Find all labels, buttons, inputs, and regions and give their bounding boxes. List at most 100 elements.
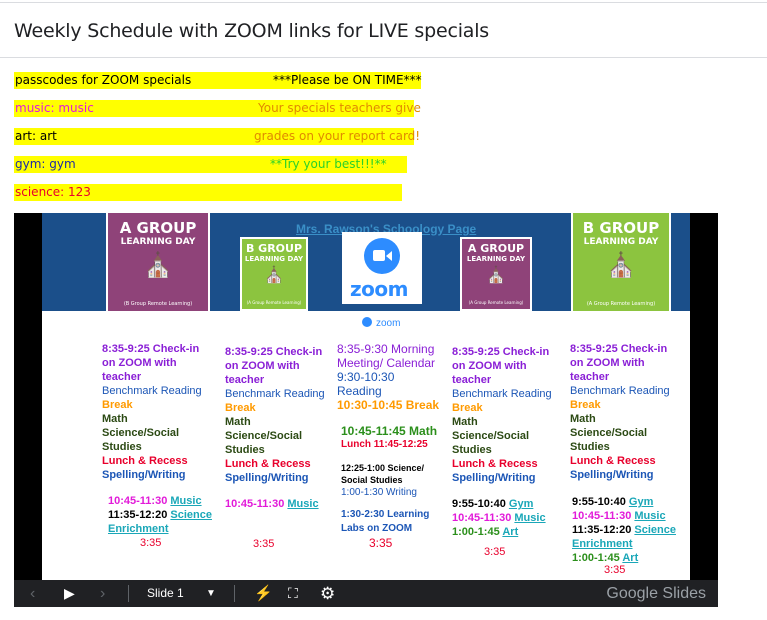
highlight-left-text: gym: gym	[15, 157, 76, 171]
labs-line: Labs on ZOOM	[341, 523, 413, 534]
writing-line: 1:00-1:30 Writing	[341, 487, 417, 498]
reading-line: Benchmark Reading	[102, 385, 202, 397]
highlight-line-art: art: art grades on your report card!	[14, 128, 420, 145]
zoom-small-logo: zoom	[362, 317, 400, 329]
music-time: 10:45-11:30	[225, 498, 285, 510]
art-zoom-link[interactable]: Art	[502, 526, 518, 538]
science-zoom-link[interactable]: Science	[170, 509, 212, 521]
end-time: 3:35	[604, 564, 626, 576]
music-zoom-link[interactable]: Music	[170, 495, 201, 507]
checkin-line: teacher	[225, 374, 265, 386]
zoom-logo: zoom	[342, 232, 422, 304]
school-icon: ⛪	[264, 265, 284, 284]
checkin-line: on ZOOM with	[102, 357, 177, 369]
lunch-line: Lunch & Recess	[452, 458, 538, 470]
highlight-left-text: art: art	[15, 129, 57, 143]
spelling-line: Spelling/Writing	[102, 469, 186, 481]
science-line: Studies	[102, 441, 142, 453]
spelling-line: Spelling/Writing	[452, 472, 536, 484]
art-time: 1:00-1:45	[452, 526, 500, 538]
checkin-line: teacher	[570, 371, 610, 383]
math-line: Math	[570, 413, 596, 425]
gym-zoom-link[interactable]: Gym	[509, 498, 533, 510]
math-line: Math	[225, 416, 251, 428]
schedule-column-friday: 8:35-9:25 Check-in on ZOOM with teacher …	[570, 342, 676, 576]
science-line: Studies	[225, 444, 265, 456]
end-time: 3:35	[369, 536, 393, 550]
lunch-line: Lunch & Recess	[225, 458, 311, 470]
title-divider	[0, 57, 767, 58]
music-zoom-link[interactable]: Music	[634, 510, 665, 522]
enrichment-link[interactable]: Enrichment	[108, 523, 169, 535]
checkin-line: 8:35-9:25 Check-in	[570, 343, 668, 355]
break-line: Break	[225, 402, 256, 414]
slide-selector[interactable]: Slide 1	[147, 580, 184, 607]
music-zoom-link[interactable]: Music	[514, 512, 545, 524]
end-time: 3:35	[140, 537, 162, 549]
zoom-dot-icon	[362, 317, 372, 327]
play-icon[interactable]: ▶	[64, 580, 75, 607]
school-icon: ⛪	[606, 251, 636, 279]
morning-line: 9:30-10:30	[337, 370, 395, 384]
settings-icon[interactable]: ⚙	[320, 580, 335, 607]
fullscreen-icon[interactable]: ⛶	[288, 580, 298, 607]
science-line: Studies	[570, 441, 610, 453]
art-zoom-link[interactable]: Art	[622, 552, 638, 564]
gym-time: 9:55-10:40	[572, 496, 626, 508]
previous-icon[interactable]: ‹	[30, 580, 35, 607]
zoom-camera-icon	[364, 238, 400, 274]
badge-subtitle: LEARNING DAY	[244, 255, 304, 263]
badge-title: A GROUP	[119, 219, 197, 237]
lunch-line: Lunch & Recess	[102, 455, 188, 467]
labs-line: 1:30-2:30 Learning	[341, 509, 430, 520]
a-group-badge: A GROUP LEARNING DAY ⛪ (B Group Remote L…	[106, 213, 210, 313]
music-zoom-link[interactable]: Music	[287, 498, 318, 510]
badge-footnote: (B Group Remote Learning)	[123, 301, 193, 307]
zoom-small-word: zoom	[376, 318, 401, 329]
science-line: Science/Social	[452, 430, 530, 442]
break-line: 10:30-10:45 Break	[337, 398, 440, 412]
laser-pointer-icon[interactable]: ⚡	[254, 580, 273, 607]
schedule-column-thursday: 8:35-9:25 Check-in on ZOOM with teacher …	[452, 345, 552, 559]
checkin-line: 8:35-9:25 Check-in	[452, 346, 550, 358]
science-line: Science/Social	[570, 427, 648, 439]
next-icon[interactable]: ›	[100, 580, 105, 607]
morning-line: Reading	[337, 384, 382, 398]
science-line: Social Studies	[341, 475, 403, 485]
checkin-line: on ZOOM with	[225, 360, 300, 372]
zoom-wordmark: zoom	[350, 277, 408, 301]
google-slides-logo[interactable]: Google Slides	[606, 580, 706, 607]
reading-line: Benchmark Reading	[452, 388, 552, 400]
music-time: 10:45-11:30	[572, 510, 632, 522]
break-line: Break	[102, 399, 133, 411]
b-group-badge: B GROUP LEARNING DAY ⛪ (A Group Remote L…	[240, 237, 308, 311]
science-time: 11:35-12:20	[572, 524, 632, 536]
badge-footnote: (A Group Remote Learning)	[246, 300, 302, 305]
slides-player-controls: ‹ ▶ › Slide 1 ▼ ⚡ ⛶ ⚙ Google Slides	[14, 580, 718, 607]
camera-lens	[386, 251, 392, 261]
gym-zoom-link[interactable]: Gym	[629, 496, 653, 508]
reading-line: Benchmark Reading	[225, 388, 325, 400]
highlight-right-text: ***Please be ON TIME***	[273, 73, 422, 87]
reading-line: Benchmark Reading	[570, 385, 670, 397]
dropdown-icon[interactable]: ▼	[206, 580, 216, 607]
morning-line: Meeting/ Calendar	[337, 356, 436, 370]
badge-title: B GROUP	[582, 219, 660, 237]
spelling-line: Spelling/Writing	[570, 469, 654, 481]
science-zoom-link[interactable]: Science	[634, 524, 676, 536]
highlight-right-text: grades on your report card!	[254, 129, 421, 143]
school-icon: ⛪	[143, 251, 173, 279]
school-icon: ⛪	[486, 265, 506, 284]
checkin-line: on ZOOM with	[570, 357, 645, 369]
slides-embed[interactable]: Mrs. Rawson's Schoology Page A GROUP LEA…	[14, 213, 718, 580]
science-line: Science/Social	[102, 427, 180, 439]
badge-subtitle: LEARNING DAY	[120, 237, 196, 247]
enrichment-link[interactable]: Enrichment	[572, 538, 633, 550]
page-title: Weekly Schedule with ZOOM links for LIVE…	[14, 20, 490, 42]
checkin-line: teacher	[102, 371, 142, 383]
divider	[128, 585, 129, 602]
math-line: 10:45-11:45 Math	[341, 424, 438, 438]
lunch-line: Lunch & Recess	[570, 455, 656, 467]
checkin-line: teacher	[452, 374, 492, 386]
a-group-badge-small: A GROUP LEARNING DAY ⛪ (A Group Remote L…	[460, 237, 532, 311]
